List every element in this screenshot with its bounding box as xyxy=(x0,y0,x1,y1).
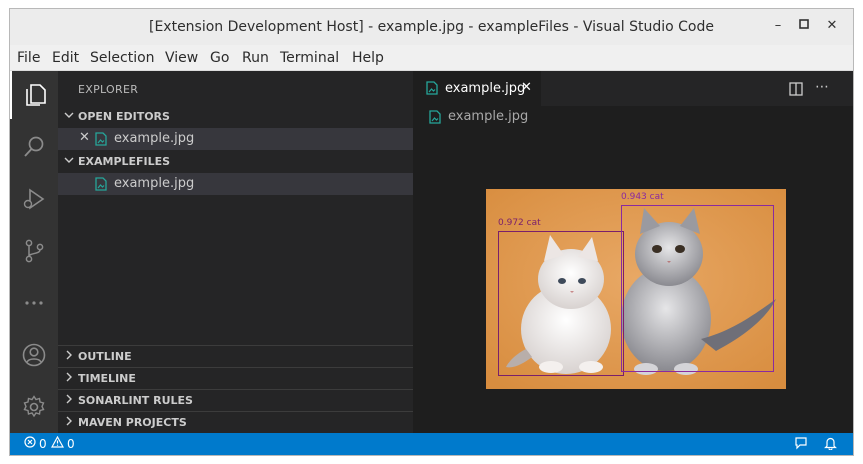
menu-help[interactable]: Help xyxy=(352,50,384,66)
menu-edit[interactable]: Edit xyxy=(52,50,79,66)
explorer-sidebar: EXPLORER OPEN EDITORS ✕ example.jpg EXAM… xyxy=(58,71,413,433)
open-editor-item[interactable]: ✕ example.jpg xyxy=(58,128,413,150)
tab-bar: example.jpg ✕ ⋯ xyxy=(413,71,853,106)
image-file-icon xyxy=(95,177,107,191)
section-sonarlint-rules[interactable]: SONARLINT RULES xyxy=(58,390,413,412)
chevron-right-icon xyxy=(64,394,74,407)
menu-bar: File Edit Selection View Go Run Terminal… xyxy=(10,45,853,71)
split-editor-icon[interactable] xyxy=(789,81,803,100)
window-title: [Extension Development Host] - example.j… xyxy=(148,19,714,35)
chevron-right-icon xyxy=(64,372,74,385)
error-icon[interactable] xyxy=(24,436,36,451)
editor-area: example.jpg ✕ ⋯ example.jpg 0.972 cat 0.… xyxy=(413,71,853,433)
more-views-icon[interactable] xyxy=(10,279,58,327)
status-bar: 0 0 xyxy=(10,433,853,455)
vscode-window: [Extension Development Host] - example.j… xyxy=(9,8,854,456)
search-icon[interactable] xyxy=(10,123,58,171)
more-actions-icon[interactable]: ⋯ xyxy=(815,79,830,95)
close-tab-icon[interactable]: ✕ xyxy=(521,80,532,95)
detection-label-1: 0.972 cat xyxy=(498,218,541,228)
image-preview: 0.972 cat 0.943 cat xyxy=(486,189,786,389)
run-debug-icon[interactable] xyxy=(10,175,58,223)
image-file-icon xyxy=(95,132,107,146)
detection-box-2 xyxy=(621,205,774,372)
section-label: OPEN EDITORS xyxy=(78,110,170,123)
sidebar-title: EXPLORER xyxy=(78,83,139,96)
title-bar: [Extension Development Host] - example.j… xyxy=(10,9,853,45)
breadcrumb-file[interactable]: example.jpg xyxy=(448,109,528,124)
file-name: example.jpg xyxy=(114,176,195,191)
tab-example-jpg[interactable]: example.jpg ✕ xyxy=(413,71,541,106)
image-file-icon xyxy=(429,110,441,124)
chevron-down-icon xyxy=(64,110,74,123)
source-control-icon[interactable] xyxy=(10,227,58,275)
close-window-icon[interactable]: ✕ xyxy=(824,18,840,34)
account-icon[interactable] xyxy=(10,331,58,379)
menu-go[interactable]: Go xyxy=(210,50,229,66)
section-label: SONARLINT RULES xyxy=(78,394,193,407)
detection-box-1 xyxy=(498,231,624,376)
maximize-icon[interactable] xyxy=(796,18,812,34)
section-label: MAVEN PROJECTS xyxy=(78,416,187,429)
section-examplefiles[interactable]: EXAMPLEFILES xyxy=(58,151,413,173)
settings-gear-icon[interactable] xyxy=(10,383,58,431)
chevron-right-icon xyxy=(64,350,74,363)
section-open-editors[interactable]: OPEN EDITORS xyxy=(58,106,413,128)
menu-view[interactable]: View xyxy=(165,50,198,66)
menu-selection[interactable]: Selection xyxy=(90,50,155,66)
menu-terminal[interactable]: Terminal xyxy=(280,50,339,66)
activity-bar xyxy=(10,71,58,433)
file-name: example.jpg xyxy=(114,131,195,146)
warning-count[interactable]: 0 xyxy=(67,437,75,451)
minimize-icon[interactable]: – xyxy=(770,18,786,34)
feedback-icon[interactable] xyxy=(794,436,808,453)
workspace-file-item[interactable]: example.jpg xyxy=(58,173,413,195)
chevron-right-icon xyxy=(64,416,74,429)
warning-icon[interactable] xyxy=(50,435,65,451)
section-label: OUTLINE xyxy=(78,350,132,363)
section-outline[interactable]: OUTLINE xyxy=(58,346,413,368)
error-count[interactable]: 0 xyxy=(39,437,47,451)
section-maven-projects[interactable]: MAVEN PROJECTS xyxy=(58,412,413,434)
explorer-icon[interactable] xyxy=(10,71,58,119)
detection-label-2: 0.943 cat xyxy=(621,192,664,202)
section-timeline[interactable]: TIMELINE xyxy=(58,368,413,390)
section-label: EXAMPLEFILES xyxy=(78,155,171,168)
tab-label: example.jpg xyxy=(445,81,526,96)
section-label: TIMELINE xyxy=(78,372,136,385)
close-icon[interactable]: ✕ xyxy=(79,130,90,145)
menu-file[interactable]: File xyxy=(17,50,40,66)
notifications-bell-icon[interactable] xyxy=(824,436,837,453)
chevron-down-icon xyxy=(64,155,74,168)
menu-run[interactable]: Run xyxy=(242,50,269,66)
image-file-icon xyxy=(426,81,438,95)
